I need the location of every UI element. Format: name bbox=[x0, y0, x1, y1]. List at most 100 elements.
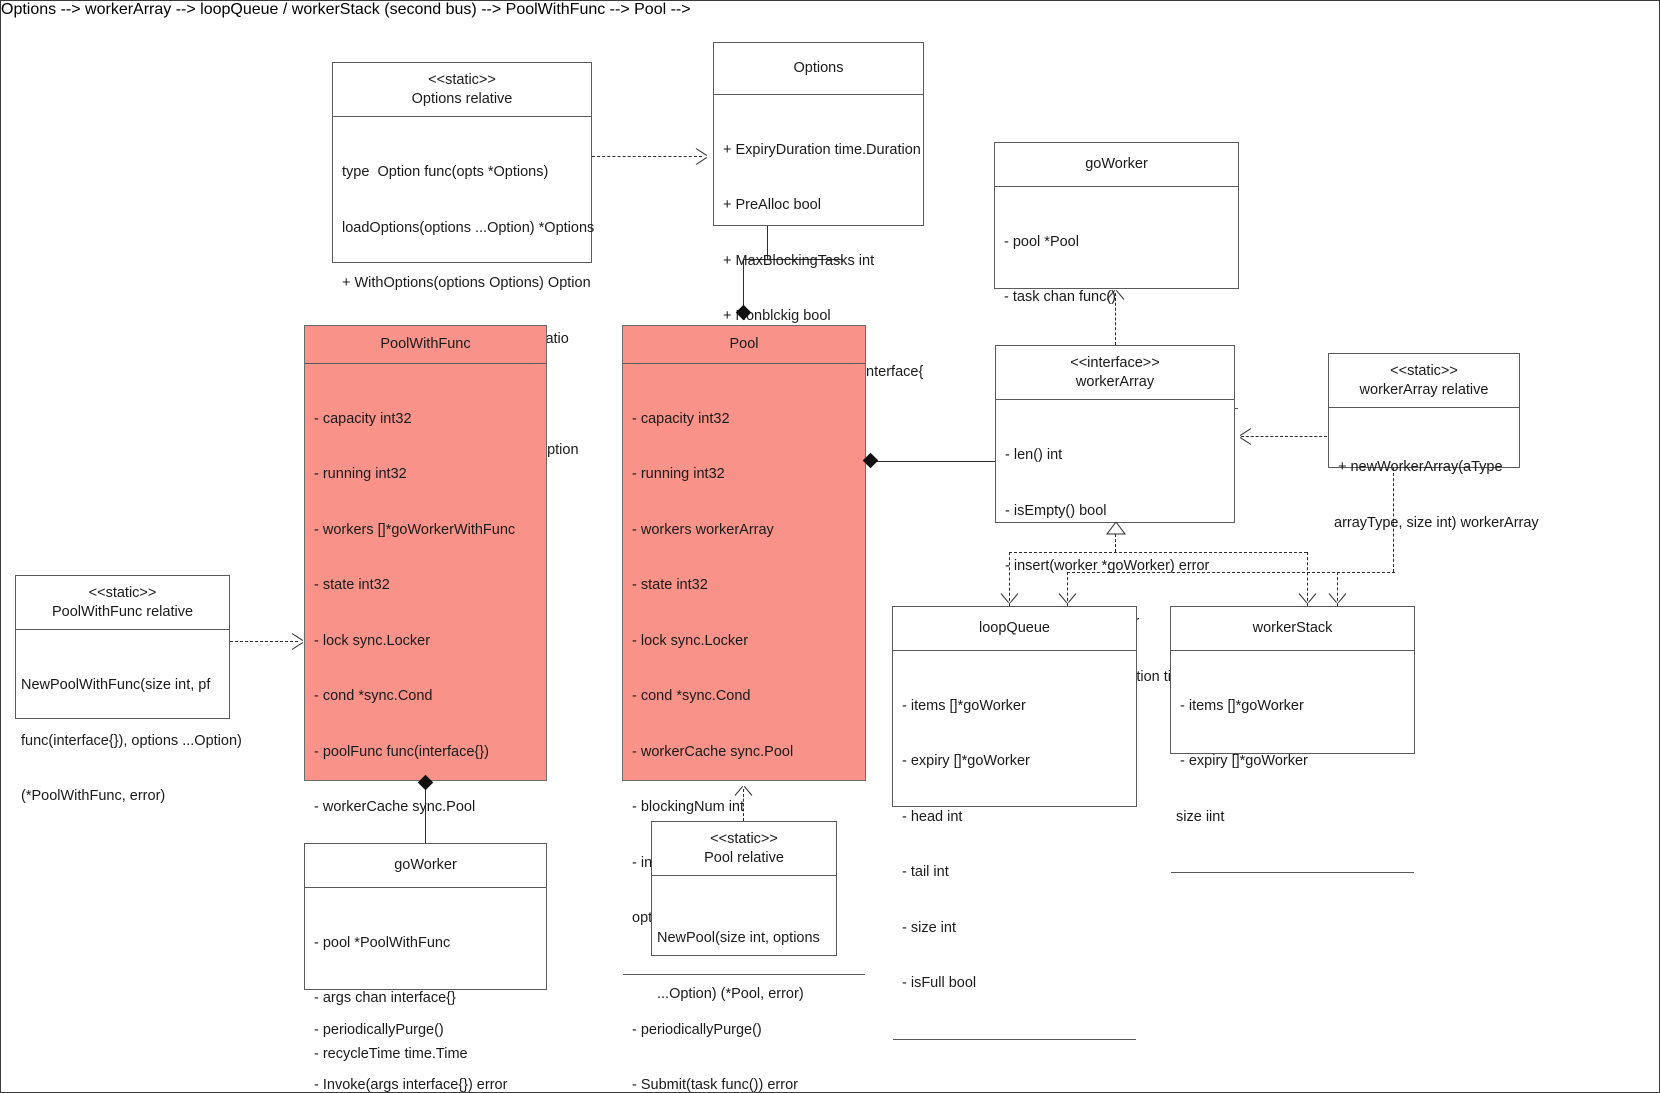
class-title: Options relative bbox=[411, 90, 513, 107]
attribute-row: + ExpiryDuration time.Duration bbox=[723, 141, 921, 158]
member-row: + WithOptions(options Options) Option bbox=[342, 275, 591, 291]
class-poolwithfunc[interactable]: PoolWithFunc - capacity int32 - running … bbox=[304, 325, 547, 1092]
attribute-row: - items []*goWorker bbox=[902, 697, 1026, 714]
attribute-row: - state int32 bbox=[632, 577, 708, 593]
attribute-row: + MaxBlockingTasks int bbox=[723, 252, 875, 269]
compartment-members: + newWorkerArray(aType arrayType, size i… bbox=[1329, 408, 1539, 578]
attribute-row: + Nonblckig bool bbox=[723, 308, 831, 324]
arrowhead-open-right-poolwithfunc bbox=[291, 633, 308, 650]
operation-row: - len() int bbox=[1005, 447, 1063, 463]
stereotype-label: <<static>> bbox=[1390, 363, 1458, 379]
arrowhead-open-up-goworker bbox=[1106, 287, 1125, 301]
attribute-row: + PreAlloc bool bbox=[723, 197, 821, 213]
class-title: Pool bbox=[729, 336, 759, 352]
attribute-row: - isFull bool bbox=[902, 975, 977, 991]
member-row: loadOptions(options ...Option) *Options bbox=[342, 219, 595, 236]
method-row: - Submit(task func()) error bbox=[632, 1077, 798, 1093]
realization-triangle-workerarray bbox=[1106, 521, 1126, 535]
attribute-row: - size int bbox=[902, 919, 956, 936]
member-row: (*PoolWithFunc, error) bbox=[21, 788, 166, 804]
class-header-options-relative: <<static>> Options relative bbox=[333, 63, 591, 117]
class-goworker-top[interactable]: goWorker - pool *Pool - task chan func()… bbox=[994, 142, 1239, 472]
attribute-row: - running int32 bbox=[314, 466, 407, 482]
class-poolwithfunc-relative[interactable]: <<static>> PoolWithFunc relative NewPool… bbox=[15, 575, 242, 804]
compartment-attributes: - items []*goWorker - expiry []*goWorker… bbox=[893, 651, 1136, 1040]
stereotype-label: <<static>> bbox=[428, 72, 496, 88]
arrowhead-open-right bbox=[695, 148, 712, 165]
class-header-pool-relative: <<static>> Pool relative bbox=[652, 822, 836, 876]
attribute-row: - items []*goWorker bbox=[1180, 697, 1304, 714]
attribute-row: - pool *PoolWithFunc bbox=[314, 934, 451, 951]
attribute-row: - lock sync.Locker bbox=[314, 632, 431, 649]
member-row: arrayType, size int) workerArray bbox=[1334, 514, 1539, 531]
attribute-row: - recycleTime time.Time bbox=[314, 1045, 468, 1062]
class-title: PoolWithFunc bbox=[380, 336, 471, 352]
member-row: NewPool(size int, options bbox=[657, 930, 820, 946]
class-header-loopqueue: loopQueue bbox=[893, 607, 1136, 651]
class-loopqueue[interactable]: loopQueue - items []*goWorker - expiry [… bbox=[892, 606, 1137, 1040]
member-row: ...Option) (*Pool, error) bbox=[657, 985, 804, 1002]
class-workerarray[interactable]: <<interface>> workerArray - len() int - … bbox=[995, 345, 1235, 796]
class-goworker-bottom[interactable]: goWorker - pool *PoolWithFunc - args cha… bbox=[304, 843, 547, 1062]
class-pool[interactable]: Pool - capacity int32 - running int32 - … bbox=[622, 325, 866, 1092]
compartment-methods bbox=[1171, 873, 1414, 903]
attribute-row: - blockingNum int bbox=[632, 799, 745, 815]
compartment-methods bbox=[893, 1040, 1136, 1066]
attribute-row: - state int32 bbox=[314, 577, 390, 593]
class-title: PoolWithFunc relative bbox=[51, 603, 194, 620]
attribute-row: - expiry []*goWorker bbox=[902, 753, 1030, 769]
arrowhead-open-down-loopqueue bbox=[1000, 593, 1019, 607]
arrowhead-open-left-workerarray bbox=[1235, 428, 1252, 445]
class-header-workerarray-relative: <<static>> workerArray relative bbox=[1329, 354, 1519, 408]
uml-diagram-canvas: Options --> workerArray --> loopQueue / … bbox=[0, 0, 1660, 1093]
attribute-row: - tail int bbox=[902, 864, 949, 880]
dependency-optionsrelative-options bbox=[592, 156, 702, 157]
arrowhead-open-down-workerstack-2 bbox=[1328, 593, 1347, 607]
class-header-goworker-top: goWorker bbox=[995, 143, 1238, 187]
attribute-row: - cond *sync.Cond bbox=[632, 688, 751, 704]
attribute-row: - capacity int32 bbox=[314, 410, 412, 427]
class-options[interactable]: Options + ExpiryDuration time.Duration +… bbox=[713, 42, 924, 435]
class-header-workerstack: workerStack bbox=[1171, 607, 1414, 651]
stereotype-label: <<static>> bbox=[88, 585, 157, 601]
compartment-attributes: - pool *PoolWithFunc - args chan interfa… bbox=[305, 888, 546, 1093]
class-header-workerarray: <<interface>> workerArray bbox=[996, 346, 1234, 400]
class-header-poolwithfunc: PoolWithFunc bbox=[305, 326, 546, 364]
class-title: workerArray bbox=[1075, 373, 1155, 390]
member-row: type Option func(opts *Options) bbox=[342, 164, 549, 180]
class-workerarray-relative[interactable]: <<static>> workerArray relative + newWor… bbox=[1328, 353, 1539, 531]
operation-row: - insert(worker *goWorker) error bbox=[1005, 558, 1210, 574]
member-row: func(interface{}), options ...Option) bbox=[21, 732, 242, 749]
class-header-options: Options bbox=[714, 43, 923, 95]
compartment-attributes: - items []*goWorker - expiry []*goWorker… bbox=[1171, 651, 1414, 873]
attribute-row: - lock sync.Locker bbox=[632, 632, 749, 649]
attribute-row: - workerCache sync.Pool bbox=[632, 743, 794, 760]
stereotype-label: <<interface>> bbox=[1070, 355, 1160, 371]
member-row: + newWorkerArray(aType bbox=[1338, 459, 1503, 475]
member-row: NewPoolWithFunc(size int, pf bbox=[21, 677, 211, 693]
class-options-relative[interactable]: <<static>> Options relative type Option … bbox=[332, 62, 595, 513]
attribute-row: - workers workerArray bbox=[632, 521, 774, 538]
class-title: goWorker bbox=[1085, 156, 1148, 172]
dependency-pwfrel-poolwithfunc bbox=[230, 641, 298, 642]
attribute-row: - head int bbox=[902, 808, 963, 825]
class-header-goworker-bottom: goWorker bbox=[305, 844, 546, 888]
attribute-row: - args chan interface{} bbox=[314, 990, 456, 1006]
operation-row: - isEmpty() bool bbox=[1005, 502, 1107, 519]
class-title: Pool relative bbox=[704, 849, 784, 866]
class-workerstack[interactable]: workerStack - items []*goWorker - expiry… bbox=[1170, 606, 1415, 873]
attribute-row: - workerCache sync.Pool bbox=[314, 799, 476, 815]
class-header-pool: Pool bbox=[623, 326, 865, 364]
class-title: workerArray relative bbox=[1359, 381, 1489, 398]
attribute-row: - pool *Pool bbox=[1004, 233, 1079, 250]
class-title: loopQueue bbox=[979, 620, 1050, 636]
attribute-row: - cond *sync.Cond bbox=[314, 688, 433, 704]
dependency-workerarrayrel-workerarray bbox=[1241, 436, 1327, 437]
class-header-poolwithfunc-relative: <<static>> PoolWithFunc relative bbox=[16, 576, 229, 630]
attribute-row: - poolFunc func(interface{}) bbox=[314, 743, 489, 760]
compartment-members: NewPool(size int, options ...Option) (*P… bbox=[652, 876, 836, 1049]
attribute-row: - running int32 bbox=[632, 466, 725, 482]
attribute-row: - workers []*goWorkerWithFunc bbox=[314, 521, 516, 538]
class-pool-relative[interactable]: <<static>> Pool relative NewPool(size in… bbox=[651, 821, 837, 1002]
class-title: goWorker bbox=[394, 857, 457, 873]
